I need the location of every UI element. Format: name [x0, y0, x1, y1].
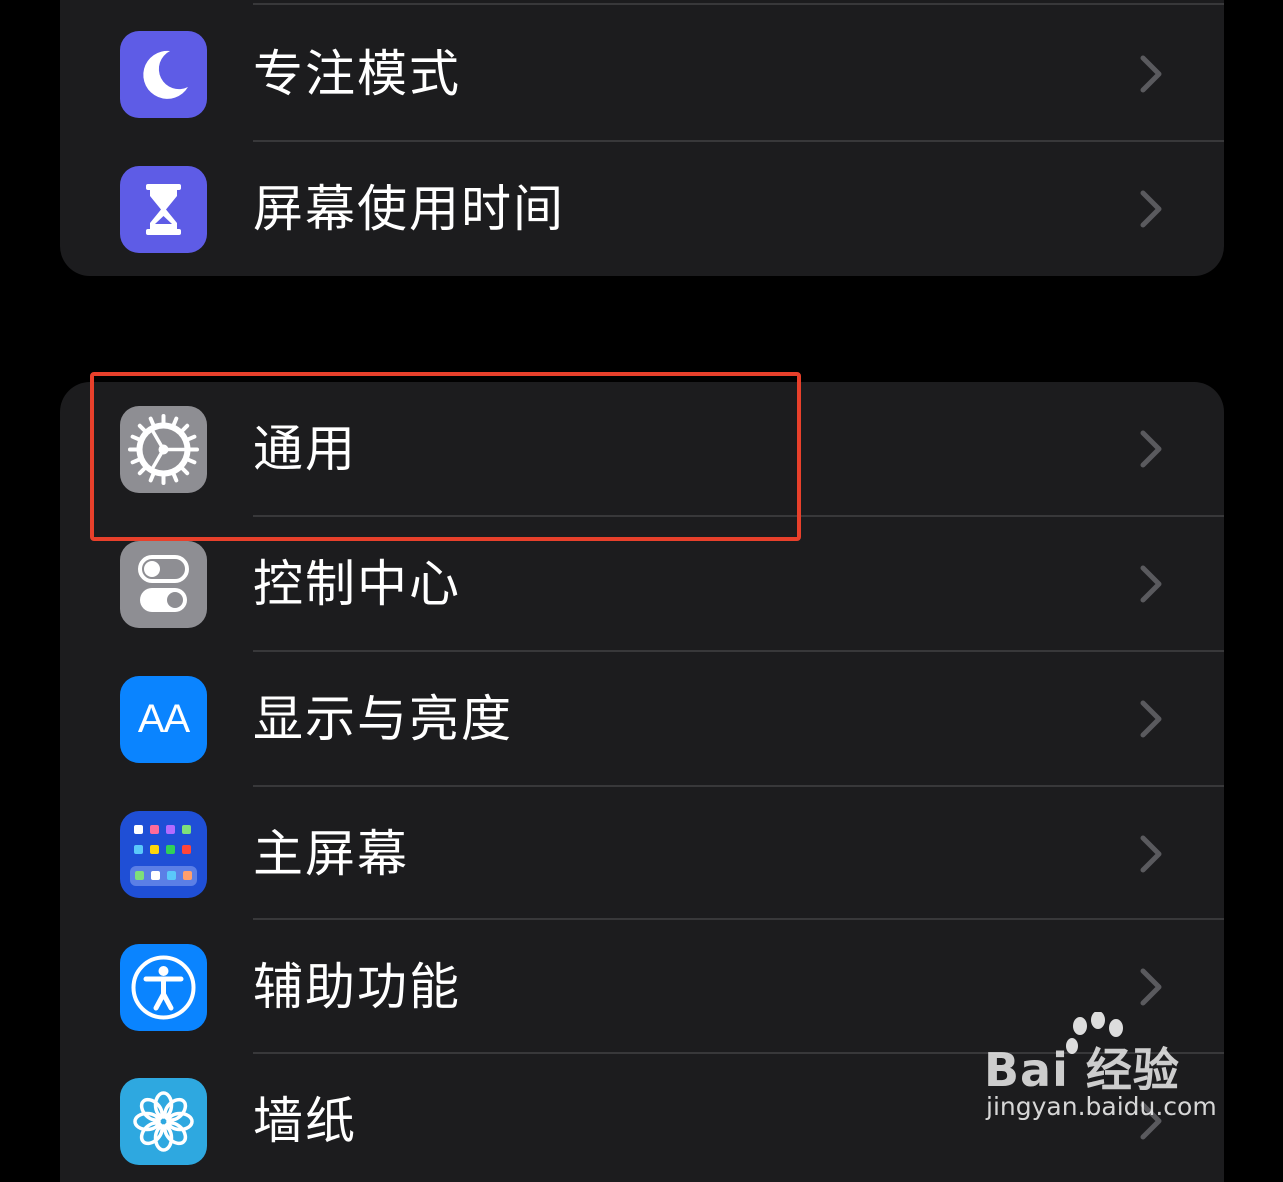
chevron-right-icon [1140, 565, 1162, 603]
settings-group-focus-screen-time: 专注模式 屏幕使用时间 [60, 0, 1224, 276]
home-screen-grid-icon [120, 811, 207, 898]
hourglass-icon [120, 166, 207, 253]
chevron-right-icon [1140, 55, 1162, 93]
settings-row-screen-time[interactable]: 屏幕使用时间 [60, 142, 1224, 276]
settings-row-label: 墙纸 [253, 1092, 357, 1150]
watermark-brand: Bai 经验 [984, 1043, 1180, 1097]
chevron-right-icon [1140, 700, 1162, 738]
settings-row-label: 控制中心 [253, 555, 461, 613]
settings-row-label: 通用 [253, 420, 357, 478]
settings-row-focus[interactable]: 专注模式 [60, 7, 1224, 142]
chevron-right-icon [1140, 190, 1162, 228]
accessibility-icon [120, 944, 207, 1031]
divider [253, 3, 1224, 5]
moon-icon [120, 31, 207, 118]
settings-row-control-center[interactable]: 控制中心 [60, 517, 1224, 652]
baidu-watermark: Bai 经验 jingyan.baidu.com [984, 1012, 1224, 1132]
settings-row-home-screen[interactable]: 主屏幕 [60, 787, 1224, 922]
settings-row-label: 专注模式 [253, 45, 461, 103]
flower-icon [120, 1078, 207, 1165]
settings-row-label: 屏幕使用时间 [253, 180, 565, 238]
settings-row-label: 显示与亮度 [253, 690, 513, 748]
watermark-url: jingyan.baidu.com [986, 1092, 1217, 1121]
chevron-right-icon [1140, 968, 1162, 1006]
settings-row-general[interactable]: 通用 [60, 382, 1224, 517]
settings-row-label: 辅助功能 [253, 958, 461, 1016]
chevron-right-icon [1140, 430, 1162, 468]
text-size-glyph: AA [137, 697, 190, 741]
gear-icon [120, 406, 207, 493]
settings-row-display-brightness[interactable]: AA 显示与亮度 [60, 652, 1224, 787]
toggles-icon [120, 541, 207, 628]
text-size-icon: AA [120, 676, 207, 763]
chevron-right-icon [1140, 835, 1162, 873]
settings-row-label: 主屏幕 [253, 825, 409, 883]
